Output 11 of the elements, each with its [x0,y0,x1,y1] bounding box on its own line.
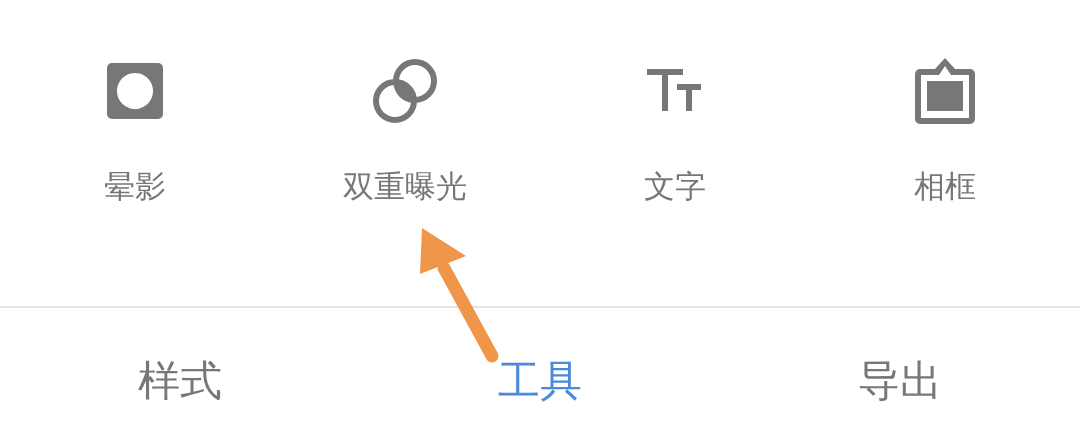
text-size-icon [647,69,703,113]
tool-label[interactable]: 文字 [644,166,706,208]
frame-icon [915,58,975,124]
tool-label[interactable]: 双重曝光 [343,166,467,208]
tool-label[interactable]: 相框 [914,166,976,208]
tool-label[interactable]: 晕影 [104,166,166,208]
overlapping-circles-icon [371,58,439,124]
tab[interactable]: 工具 [498,353,582,409]
tab[interactable]: 样式 [138,353,222,409]
vignette-icon [107,63,163,119]
tab[interactable]: 导出 [858,353,942,409]
